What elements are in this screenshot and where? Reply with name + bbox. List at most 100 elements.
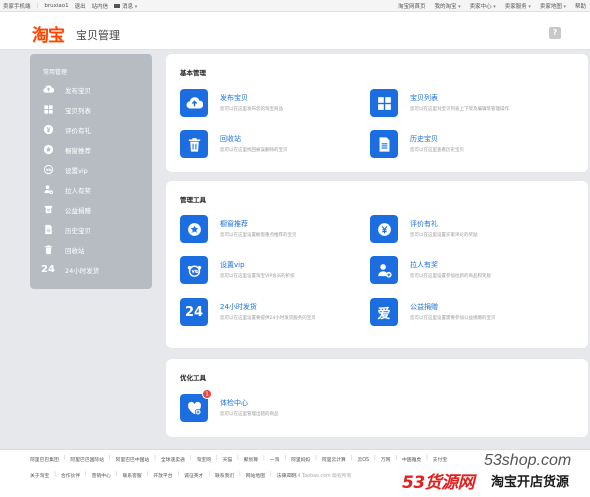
inbox-link[interactable]: 站内信 [92,2,109,10]
username-link[interactable]: bruxiao1 [44,3,68,9]
card-description: 您可以在这里找回被误删除的宝贝 [220,148,288,153]
card-title: 评价有礼 [410,220,438,228]
copyright: © 2014 Taobao.com 版权所有 [282,474,352,479]
card-description: 您可以在这里发布您的淘宝商品 [220,107,283,112]
card-showcase[interactable]: 橱窗推荐 您可以在这里设置橱窗重点推荐的宝贝 [180,215,370,245]
page-title: 宝贝管理 [76,29,120,42]
sidebar-item-label: 24小时发货 [65,266,100,275]
seller-center-menu[interactable]: 卖家中心 [470,2,496,10]
footer-link[interactable]: 诚征英才 [184,472,203,479]
card-title: 公益捐赠 [410,303,438,311]
footer-link[interactable]: 阿里巴巴中国站 [116,456,150,463]
card-description: 您可以在这里设置橱窗重点推荐的宝贝 [220,233,297,238]
sidebar-title: 常用管理 [43,69,68,76]
sidebar-item-label: 回收站 [65,246,85,255]
vip-icon [42,164,54,176]
card-title: 24小时发货 [220,303,257,311]
card-recycle-bin[interactable]: 回收站 您可以在这里找回被误删除的宝贝 [180,130,370,160]
card-title: 体检中心 [220,399,248,407]
card-title: 橱窗推荐 [220,220,248,228]
footer-link[interactable]: 淘宝网 [196,456,210,463]
card-description: 您可以在这里设置需要参加公益捐赠的宝贝 [410,316,496,321]
card-history-items[interactable]: 历史宝贝 您可以在这里查看历史宝贝 [370,130,560,160]
footer-link[interactable]: 开放平台 [153,472,172,479]
taobao-home-link[interactable]: 淘宝网首页 [398,2,426,10]
footer-link[interactable]: 云OS [357,456,369,463]
sidebar-item-vip[interactable]: 设置vip [42,163,147,176]
card-review-gift[interactable]: 评价有礼 您可以在这里设置买家评论的奖励 [370,215,560,245]
grid-icon [370,89,398,117]
card-title: 历史宝贝 [410,135,438,143]
card-charity-donation[interactable]: 爱 公益捐赠 您可以在这里设置需要参加公益捐赠的宝贝 [370,298,560,328]
page-header: 淘宝 宝贝管理 ? [0,12,590,50]
help-icon[interactable]: ? [549,27,561,39]
document-icon [370,130,398,158]
sidebar-item-showcase[interactable]: 橱窗推荐 [42,143,147,156]
card-description: 您可以在这里查看历史宝贝 [410,148,464,153]
footer-link[interactable]: 联系客服 [122,472,141,479]
watermark: 53shop.com 53货源网 淘宝开店货源 [396,452,590,497]
sidebar-item-list[interactable]: 宝贝列表 [42,103,147,116]
footer-link[interactable]: 阿里巴巴集团 [30,456,59,463]
footer-link[interactable]: 网站地图 [246,472,265,479]
help-link[interactable]: 帮助 [575,2,586,10]
sidebar-item-label: 历史宝贝 [65,226,91,235]
footer-link[interactable]: 阿里巴巴国际站 [70,456,104,463]
card-title: 宝贝列表 [410,94,438,102]
24-icon: 24 [41,264,55,275]
vip-icon [180,256,208,284]
footer-link[interactable]: 阿里妈妈 [291,456,310,463]
card-description: 您可以在这里设置淘宝VIP会员的折扣 [220,274,295,279]
document-icon [42,224,54,236]
footer-link[interactable]: 聚划算 [244,456,258,463]
seller-service-menu[interactable]: 卖家服务 [505,2,531,10]
trash-icon [180,130,208,158]
yen-icon [42,124,54,136]
card-health-check[interactable]: 1 体检中心 您可以在这里管理出错的商品 [180,389,370,424]
trash-icon [42,244,54,256]
card-set-vip[interactable]: 设置vip 您可以在这里设置淘宝VIP会员的折扣 [180,256,370,286]
footer-link[interactable]: 联系我们 [215,472,234,479]
watermark-brand: 53货源网 [402,473,475,493]
sidebar-item-label: 拉人有奖 [65,186,91,195]
sidebar-item-publish[interactable]: 发布宝贝 [42,83,147,96]
section-title: 管理工具 [180,196,206,204]
footer-link[interactable]: 合作伙伴 [61,472,80,479]
sidebar-item-recycle[interactable]: 回收站 [42,243,147,256]
footer-link[interactable]: 关于淘宝 [30,472,49,479]
section-title: 基本管理 [180,69,206,77]
footer-link[interactable]: 全球速卖通 [161,456,185,463]
footer-link[interactable]: 阿里云计算 [322,456,346,463]
card-publish-item[interactable]: 发布宝贝 您可以在这里发布您的淘宝商品 [180,89,370,119]
card-description: 您可以在这里对宝贝列表上下架及编辑等管理操作 [410,107,509,112]
logout-link[interactable]: 退出 [75,2,86,10]
mail-icon [114,4,121,8]
management-tools-panel: 管理工具 橱窗推荐 您可以在这里设置橱窗重点推荐的宝贝 评价有礼 您可以在这里设… [166,181,588,348]
grid-icon [42,104,54,116]
card-invite-reward[interactable]: 拉人有奖 您可以在这里设置参加拉新的商品和奖励 [370,256,560,286]
footer-link[interactable]: 一淘 [270,456,280,463]
sidebar-item-label: 橱窗推荐 [65,146,91,155]
my-taobao-menu[interactable]: 我的淘宝 [434,2,460,10]
card-24h-shipping[interactable]: 24 24小时发货 您可以在这里设置要提供24小时发货服务的宝贝 [180,298,370,328]
card-title: 设置vip [220,261,245,269]
sidebar-item-history[interactable]: 历史宝贝 [42,223,147,236]
footer-link[interactable]: 万网 [381,456,391,463]
24-icon: 24 [180,298,208,326]
separator: | [36,2,39,9]
seller-map-menu[interactable]: 卖家地图 [540,2,566,10]
top-bar: 卖家手机端 | bruxiao1 退出 站内信 消息 淘宝网首页 我的淘宝 卖家… [0,0,590,12]
sidebar-item-review-gift[interactable]: 评价有礼 [42,123,147,136]
love-icon: 爱 [370,298,398,326]
sidebar-item-donate[interactable]: 公益捐赠 [42,203,147,216]
taobao-logo[interactable]: 淘宝 [32,21,65,46]
card-title: 发布宝贝 [220,94,248,102]
card-item-list[interactable]: 宝贝列表 您可以在这里对宝贝列表上下架及编辑等管理操作 [370,89,560,119]
messages-menu[interactable]: 消息 [114,2,137,10]
footer-link[interactable]: 营销中心 [92,472,111,479]
sidebar-item-invite[interactable]: 拉人有奖 [42,183,147,196]
sidebar-item-24h-shipping[interactable]: 24 24小时发货 [41,263,147,276]
footer-link[interactable]: 天猫 [223,456,233,463]
footer-links-row-1: 阿里巴巴集团 | 阿里巴巴国际站 | 阿里巴巴中国站 | 全球速卖通 | 淘宝网 | 天猫… [30,456,448,463]
seller-mobile-link[interactable]: 卖家手机端 [3,2,31,10]
